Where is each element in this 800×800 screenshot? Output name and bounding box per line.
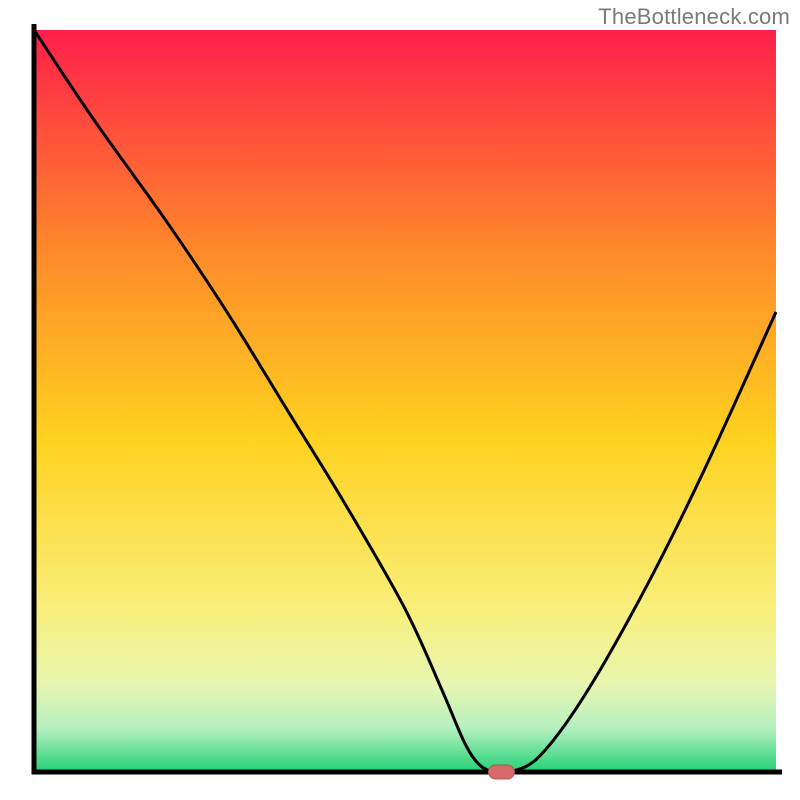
watermark-label: TheBottleneck.com (598, 4, 790, 30)
plot-background (34, 30, 776, 772)
bottleneck-chart (0, 0, 800, 800)
optimal-marker (488, 765, 514, 779)
chart-stage: TheBottleneck.com (0, 0, 800, 800)
